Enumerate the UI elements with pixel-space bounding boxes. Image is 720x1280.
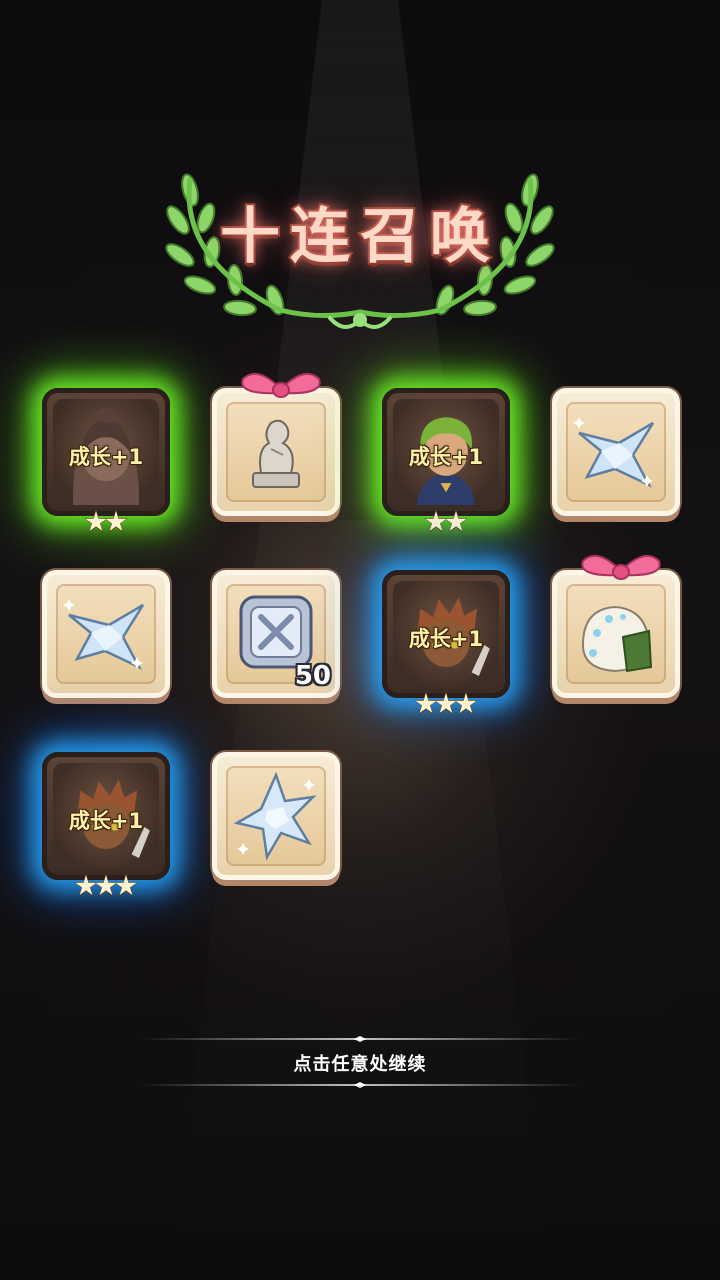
stone-statue-icon: [252, 419, 300, 488]
growth-label: 成长+1: [68, 445, 144, 469]
item-quantity: 50: [294, 661, 331, 691]
star-icon: [455, 693, 477, 714]
star-icon: [435, 693, 457, 714]
result-card-4[interactable]: [552, 388, 680, 516]
star-rating: [47, 509, 165, 535]
rice-ball-icon: [581, 605, 653, 673]
result-card-9[interactable]: 成长+1: [42, 752, 170, 897]
star-icon: [415, 693, 437, 714]
page-title: 十连召唤: [218, 200, 500, 274]
result-card-1[interactable]: 成长+1: [42, 388, 170, 533]
ribbon-bow-icon: [241, 372, 321, 398]
ribbon-bow-icon: [581, 554, 661, 580]
growth-label: 成长+1: [68, 809, 144, 833]
result-card-2[interactable]: [212, 372, 340, 516]
result-card-5[interactable]: [42, 570, 170, 698]
growth-label: 成长+1: [408, 627, 484, 651]
star-icon: [445, 511, 467, 532]
crystal-shuriken-icon: [63, 599, 145, 670]
star-icon: [115, 875, 137, 896]
result-card-6[interactable]: 50: [212, 570, 340, 698]
crystal-star-icon: [233, 771, 317, 861]
growth-label: 成长+1: [408, 445, 484, 469]
crystal-shuriken-icon: [573, 417, 655, 488]
result-card-7[interactable]: 成长+1: [382, 570, 510, 715]
result-card-10[interactable]: [212, 752, 340, 880]
star-rating: [387, 509, 505, 535]
result-card-3[interactable]: 成长+1: [382, 388, 510, 533]
continue-text: 点击任意处继续: [293, 1054, 427, 1075]
star-icon: [105, 511, 127, 532]
star-icon: [425, 511, 447, 532]
star-icon: [95, 875, 117, 896]
continue-prompt[interactable]: 点击任意处继续: [140, 1034, 580, 1090]
star-rating: [47, 873, 165, 899]
summon-results-screen[interactable]: 十连召唤 成长+1 成长+1 50 成长+1 成长+1 点击任意处继续: [0, 0, 720, 1280]
star-icon: [75, 875, 97, 896]
star-icon: [85, 511, 107, 532]
star-rating: [387, 691, 505, 717]
result-card-8[interactable]: [552, 554, 680, 698]
